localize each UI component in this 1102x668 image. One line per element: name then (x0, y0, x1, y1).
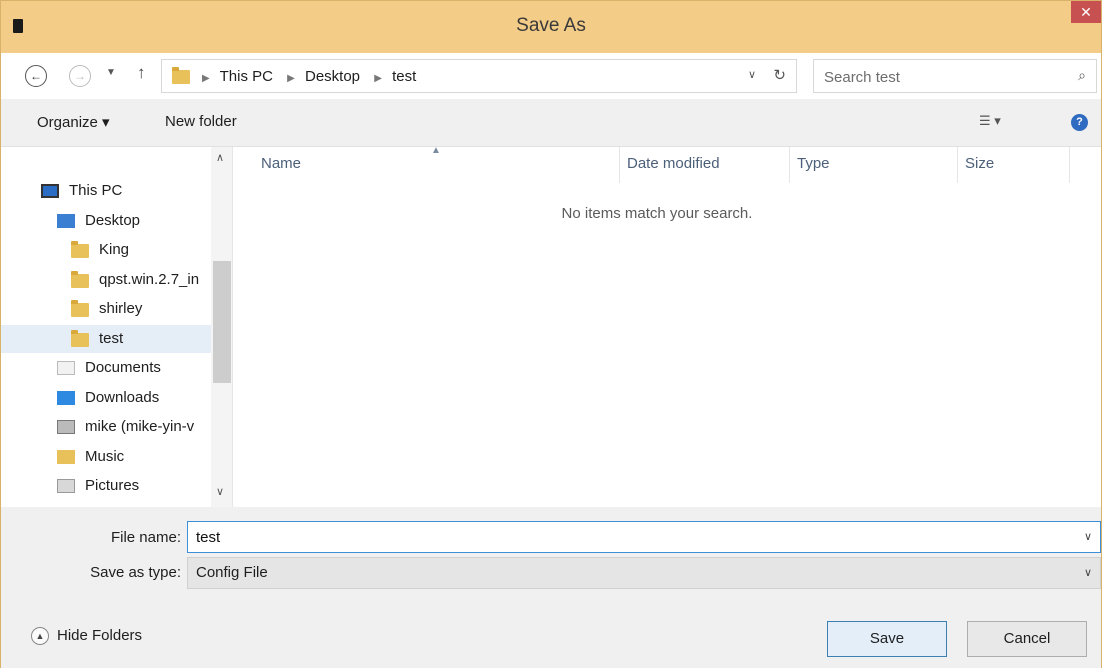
folder-icon (71, 330, 89, 347)
address-dropdown-icon[interactable]: ∨ (748, 68, 756, 81)
scroll-up-icon[interactable]: ∧ (216, 151, 224, 164)
nav-item-label: Downloads (85, 389, 160, 406)
desktop-icon (57, 214, 75, 228)
nav-item-shirley[interactable]: shirley (71, 295, 211, 323)
nav-item-label: This PC (69, 182, 123, 199)
close-button[interactable]: ✕ (1071, 1, 1101, 23)
hide-folders-label: Hide Folders (57, 627, 143, 644)
save-button[interactable]: Save (827, 621, 947, 657)
command-bar: Organize ▾ New folder ☰ ▾ ? (1, 99, 1101, 147)
column-divider[interactable] (957, 147, 958, 183)
column-header-size[interactable]: Size (965, 155, 994, 172)
breadcrumb-separator-icon: ▶ (287, 73, 295, 84)
file-name-input[interactable] (196, 527, 1056, 547)
column-divider[interactable] (1069, 147, 1070, 183)
breadcrumb-test[interactable]: test (392, 68, 416, 85)
file-name-combobox[interactable]: ∨ (187, 521, 1101, 553)
nav-item-network-drive[interactable]: mike (mike-yin-v (57, 413, 211, 441)
column-header-date-modified[interactable]: Date modified (627, 155, 720, 172)
nav-item-desktop[interactable]: Desktop (57, 207, 211, 235)
nav-item-label: test (99, 330, 124, 347)
breadcrumb-separator-icon: ▶ (374, 73, 382, 84)
documents-icon (57, 361, 75, 375)
title-bar[interactable]: Save As ✕ (1, 1, 1101, 53)
folder-icon (71, 271, 89, 288)
column-divider[interactable] (789, 147, 790, 183)
nav-item-this-pc[interactable]: This PC (41, 177, 211, 205)
refresh-icon[interactable]: ↻ (773, 66, 786, 84)
breadcrumb-separator-icon: ▶ (202, 73, 210, 84)
collapse-up-icon: ▲ (31, 627, 49, 646)
chevron-down-icon[interactable]: ∨ (1084, 530, 1092, 543)
nav-item-label: Music (85, 448, 125, 465)
up-arrow-icon[interactable]: ↑ (137, 63, 146, 83)
navigation-pane: This PC Desktop King qpst.win.2.7_in shi… (1, 147, 233, 507)
search-box[interactable]: ⌕ (813, 59, 1097, 93)
pictures-icon (57, 479, 75, 493)
back-button[interactable]: ← (25, 65, 47, 87)
column-divider[interactable] (619, 147, 620, 183)
file-name-label: File name: (110, 529, 181, 546)
nav-item-label: Documents (85, 359, 161, 376)
file-list: Name ▲ Date modified Type Size No items … (233, 145, 1101, 507)
address-bar[interactable]: ▶ This PC ▶ Desktop ▶ test ∨ ↻ (161, 59, 797, 93)
column-header-name[interactable]: Name (261, 155, 301, 172)
nav-item-label: King (99, 241, 130, 258)
network-drive-icon (57, 420, 75, 434)
nav-item-downloads[interactable]: Downloads (57, 384, 211, 412)
nav-item-label: mike (mike-yin-v (85, 418, 195, 435)
column-header-type[interactable]: Type (797, 155, 830, 172)
nav-item-label: Desktop (85, 212, 141, 229)
nav-item-qpst[interactable]: qpst.win.2.7_in (71, 266, 211, 294)
nav-item-label: Pictures (85, 477, 140, 494)
computer-icon (41, 184, 59, 198)
music-icon (57, 450, 75, 464)
scroll-down-icon[interactable]: ∨ (216, 485, 224, 498)
chevron-down-icon[interactable]: ∨ (1084, 566, 1092, 579)
folder-icon (172, 67, 190, 84)
hide-folders-button[interactable]: ▲ Hide Folders (31, 627, 143, 646)
search-icon[interactable]: ⌕ (1078, 67, 1086, 84)
view-options-icon[interactable]: ☰ ▾ (979, 113, 1001, 129)
cancel-button[interactable]: Cancel (967, 621, 1087, 657)
window-title: Save As (516, 15, 586, 36)
nav-item-test[interactable]: test (1, 325, 211, 353)
folder-icon (71, 300, 89, 317)
save-as-type-value: Config File (196, 564, 268, 581)
empty-message: No items match your search. (561, 205, 753, 222)
save-form: File name: ∨ Save as type: Config File ∨… (1, 507, 1101, 668)
breadcrumb-this-pc[interactable]: This PC (220, 68, 273, 85)
folder-icon (71, 241, 89, 258)
breadcrumb: ▶ This PC ▶ Desktop ▶ test (198, 68, 422, 85)
nav-item-music[interactable]: Music (57, 443, 211, 471)
help-icon[interactable]: ? (1071, 114, 1088, 131)
nav-item-label: qpst.win.2.7_in (99, 271, 200, 288)
save-as-dialog: co Save As ✕ ← → ▼ ↑ ▶ This PC ▶ Desktop… (0, 0, 1102, 668)
nav-item-king[interactable]: King (71, 236, 211, 264)
nav-scrollbar[interactable]: ∧ ∨ (211, 147, 232, 507)
recent-locations-icon[interactable]: ▼ (106, 67, 116, 78)
new-folder-button[interactable]: New folder (165, 113, 237, 130)
downloads-icon (57, 391, 75, 405)
save-as-type-select[interactable]: Config File ∨ (187, 557, 1101, 589)
forward-button[interactable]: → (69, 65, 91, 87)
nav-item-documents[interactable]: Documents (57, 354, 211, 382)
breadcrumb-desktop[interactable]: Desktop (305, 68, 360, 85)
nav-item-label: shirley (99, 300, 143, 317)
save-as-type-label: Save as type: (90, 564, 181, 581)
nav-item-pictures[interactable]: Pictures (57, 472, 211, 500)
address-row: ← → ▼ ↑ ▶ This PC ▶ Desktop ▶ test ∨ ↻ ⌕ (1, 53, 1101, 99)
organize-button[interactable]: Organize ▾ (37, 113, 110, 131)
search-input[interactable] (824, 67, 1044, 87)
scroll-thumb[interactable] (213, 261, 231, 383)
sort-ascending-icon: ▲ (431, 145, 441, 156)
